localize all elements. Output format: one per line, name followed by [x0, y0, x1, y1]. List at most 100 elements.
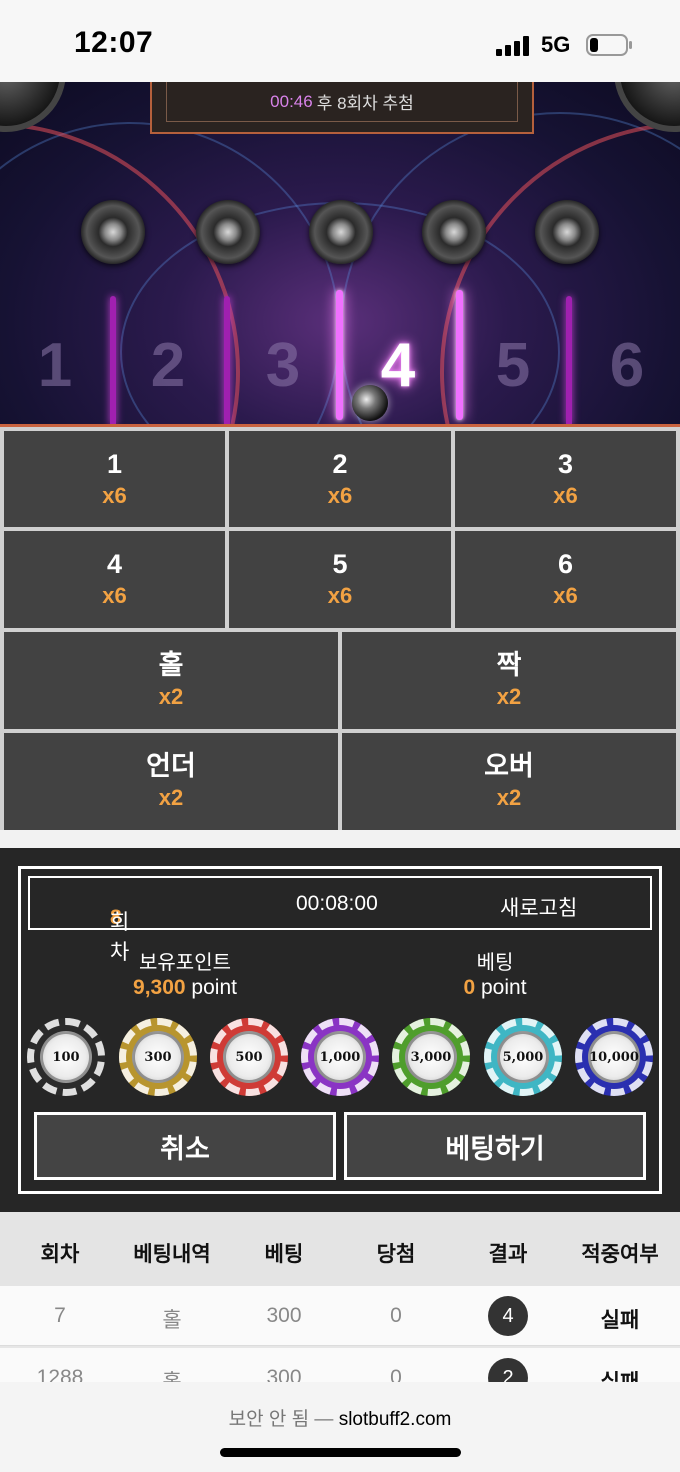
- place-bet-button[interactable]: 베팅하기: [344, 1112, 646, 1180]
- bet-option-under[interactable]: 언더 x2: [4, 733, 338, 830]
- table-header: 회차 베팅내역 베팅 당첨 결과 적중여부: [0, 1212, 680, 1286]
- chip-300[interactable]: 300: [119, 1018, 197, 1096]
- bet-option-label: 4: [106, 549, 123, 579]
- bet-option-label: 짝: [496, 650, 522, 680]
- bet-option-1[interactable]: 1 x6: [4, 431, 225, 527]
- cell-bet: 300: [266, 1304, 302, 1327]
- cell-result: 4: [488, 1296, 528, 1336]
- column-header: 당첨: [376, 1243, 416, 1266]
- url-text: 보안 안 됨 — slotbuff2.com: [0, 1404, 680, 1431]
- game-board: 00:46 후 8회차 추첨 1 2 3 4 5 6: [0, 82, 680, 424]
- bet-option-5[interactable]: 5 x6: [229, 531, 451, 628]
- slot-number-5: 5: [495, 331, 531, 400]
- bet-option-label: 홀: [158, 650, 184, 680]
- points-unit: point: [191, 976, 237, 999]
- slot-divider-active: [456, 290, 463, 420]
- cell-pick: 홀: [162, 1309, 182, 1332]
- chip-500[interactable]: 500: [210, 1018, 288, 1096]
- points-display: 9,300 point: [85, 976, 285, 1000]
- slot-divider: [224, 296, 230, 424]
- bet-option-odds: x2: [158, 684, 184, 710]
- slot-number-3: 3: [265, 331, 301, 400]
- bet-option-label: 3: [557, 448, 574, 479]
- bet-option-odds: x2: [158, 785, 184, 811]
- security-warning: 보안 안 됨: [228, 1409, 310, 1430]
- bet-option-odds: x6: [102, 482, 127, 508]
- slot-number-6: 6: [609, 331, 645, 400]
- bet-option-label: 5: [332, 549, 348, 579]
- battery-icon: [586, 34, 632, 56]
- home-indicator: [220, 1448, 461, 1457]
- url-separator: —: [314, 1409, 334, 1430]
- column-header: 결과: [488, 1243, 528, 1266]
- corner-wheel-left: [0, 82, 66, 132]
- chip-value: 3,000: [405, 1031, 457, 1083]
- countdown-time: 00:46: [270, 91, 313, 111]
- column-header: 베팅내역: [133, 1243, 211, 1266]
- chip-value: 300: [132, 1031, 184, 1083]
- bet-option-label: 2: [332, 448, 348, 479]
- bet-option-label: 6: [557, 549, 574, 579]
- peg: [309, 200, 373, 264]
- column-header: 베팅: [264, 1243, 304, 1266]
- bet-option-odds: x6: [553, 482, 578, 508]
- chip-100[interactable]: 100: [27, 1018, 105, 1096]
- bet-option-odds: x2: [496, 684, 522, 710]
- points-label: 보유포인트: [139, 952, 231, 974]
- chip-value: 500: [223, 1031, 275, 1083]
- bet-options-grid: 1 x6 2 x6 3 x6 4 x6 5 x6 6 x6 홀 x2 짝 x2: [0, 424, 680, 830]
- peg: [535, 200, 599, 264]
- countdown-text: 후 8회차 추첨: [316, 94, 414, 113]
- column-header: 회차: [40, 1243, 80, 1266]
- round-countdown-banner: 00:46 후 8회차 추첨: [150, 82, 534, 134]
- game-ball: [352, 385, 388, 421]
- cellular-signal-icon: [496, 36, 529, 56]
- bet-option-odds: x6: [553, 583, 578, 609]
- bet-option-odds: x2: [496, 785, 522, 811]
- chip-1000[interactable]: 1,000: [301, 1018, 379, 1096]
- round-info-bar: 8 회차 00:08:00 새로고침: [28, 876, 652, 964]
- bet-option-2[interactable]: 2 x6: [229, 431, 451, 527]
- bet-option-label: 언더: [146, 751, 196, 781]
- chip-value: 1,000: [314, 1031, 366, 1083]
- cancel-button[interactable]: 취소: [34, 1112, 336, 1180]
- bet-option-odds: x6: [102, 583, 127, 609]
- bet-total-unit: point: [480, 976, 527, 999]
- peg: [196, 200, 260, 264]
- bet-option-over[interactable]: 오버 x2: [342, 733, 676, 830]
- bet-option-3[interactable]: 3 x6: [455, 431, 676, 527]
- peg: [422, 200, 486, 264]
- bet-option-odds: x6: [327, 583, 353, 609]
- bet-total-display: 0 point: [395, 976, 595, 1000]
- bet-option-label: 1: [106, 448, 123, 479]
- bet-total-value: 0: [463, 976, 476, 999]
- points-value: 9,300: [133, 976, 186, 999]
- cell-round: 7: [54, 1304, 66, 1327]
- slot-number-1: 1: [37, 331, 73, 400]
- url-domain: slotbuff2.com: [338, 1409, 452, 1430]
- round-timer: 00:08:00: [296, 892, 378, 915]
- chip-3000[interactable]: 3,000: [392, 1018, 470, 1096]
- chip-value: 100: [40, 1031, 92, 1083]
- slot-divider: [110, 296, 116, 424]
- table-row: 7 홀 300 0 4 실패: [0, 1286, 680, 1346]
- bet-option-odd[interactable]: 홀 x2: [4, 632, 338, 729]
- slot-divider: [566, 296, 572, 424]
- bet-option-even[interactable]: 짝 x2: [342, 632, 676, 729]
- chip-10000[interactable]: 10,000: [575, 1018, 653, 1096]
- network-type: 5G: [541, 32, 571, 57]
- bet-total-label: 베팅: [476, 952, 514, 974]
- slot-number-2: 2: [150, 331, 186, 400]
- cell-win: 0: [390, 1304, 402, 1327]
- bet-option-4[interactable]: 4 x6: [4, 531, 225, 628]
- bet-option-odds: x6: [327, 482, 353, 508]
- browser-url-bar[interactable]: 보안 안 됨 — slotbuff2.com: [0, 1382, 680, 1472]
- peg: [81, 200, 145, 264]
- slot-divider-active: [336, 290, 343, 420]
- screen: 12:07 5G 00:46 후 8회차 추첨 1 2 3 4 5 6 1 x6…: [0, 0, 680, 1472]
- refresh-button[interactable]: 새로고침: [500, 892, 577, 922]
- column-header: 적중여부: [581, 1243, 659, 1266]
- chip-5000[interactable]: 5,000: [484, 1018, 562, 1096]
- status-bar: 12:07 5G: [0, 0, 680, 82]
- bet-option-6[interactable]: 6 x6: [455, 531, 676, 628]
